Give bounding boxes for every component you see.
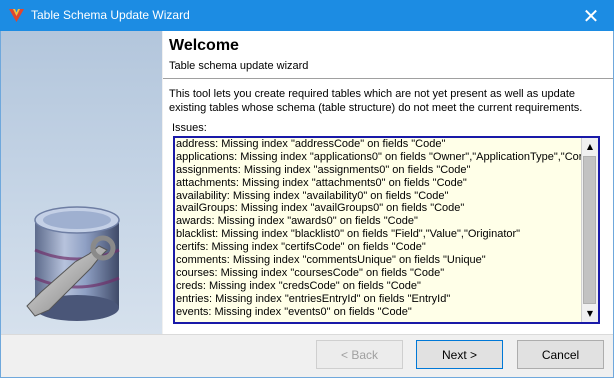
cancel-button[interactable]: Cancel [517, 340, 604, 369]
scroll-up-icon: ▲ [586, 142, 594, 151]
list-item[interactable]: address: Missing index "addressCode" on … [175, 138, 581, 151]
list-item[interactable]: creds: Missing index "credsCode" on fiel… [175, 280, 581, 293]
scroll-down-icon: ▼ [586, 309, 594, 318]
issues-label: Issues: [172, 122, 207, 134]
scroll-up-button[interactable]: ▲ [582, 138, 598, 155]
page-title: Welcome [169, 37, 239, 54]
scroll-thumb[interactable] [583, 156, 596, 304]
list-item[interactable]: events: Missing index "events0" on field… [175, 306, 581, 319]
next-button[interactable]: Next > [416, 340, 503, 369]
list-item[interactable]: attachments: Missing index "attachments0… [175, 177, 581, 190]
header-divider [163, 78, 613, 79]
list-item[interactable]: courses: Missing index "coursesCode" on … [175, 267, 581, 280]
list-item[interactable]: blacklist: Missing index "blacklist0" on… [175, 228, 581, 241]
title-bar[interactable]: Table Schema Update Wizard ✕ [0, 0, 614, 31]
app-logo-icon [9, 9, 24, 22]
list-item[interactable]: awards: Missing index "awards0" on field… [175, 215, 581, 228]
page-subtitle: Table schema update wizard [169, 60, 309, 72]
issues-list-items: address: Missing index "addressCode" on … [175, 138, 581, 318]
issues-list[interactable]: address: Missing index "addressCode" on … [173, 136, 600, 324]
footer-divider [1, 334, 613, 335]
wizard-content: Welcome Table schema update wizard This … [163, 31, 613, 334]
list-item[interactable]: availGroups: Missing index "availGroups0… [175, 202, 581, 215]
list-item[interactable]: comments: Missing index "commentsUnique"… [175, 254, 581, 267]
list-item[interactable]: certifs: Missing index "certifsCode" on … [175, 241, 581, 254]
list-item[interactable]: availability: Missing index "availabilit… [175, 190, 581, 203]
description-text: This tool lets you create required table… [169, 88, 583, 114]
back-button[interactable]: < Back [316, 340, 403, 369]
close-icon: ✕ [582, 3, 600, 28]
list-item[interactable]: applications: Missing index "application… [175, 151, 581, 164]
issues-scrollbar[interactable]: ▲ ▼ [581, 138, 598, 322]
wizard-sidebar [1, 31, 162, 334]
list-item[interactable]: entries: Missing index "entriesEntryId" … [175, 293, 581, 306]
window-title: Table Schema Update Wizard [31, 8, 190, 22]
database-wrench-icon [26, 206, 120, 321]
scroll-down-button[interactable]: ▼ [582, 305, 598, 322]
close-button[interactable]: ✕ [568, 0, 614, 31]
list-item[interactable]: assignments: Missing index "assignments0… [175, 164, 581, 177]
